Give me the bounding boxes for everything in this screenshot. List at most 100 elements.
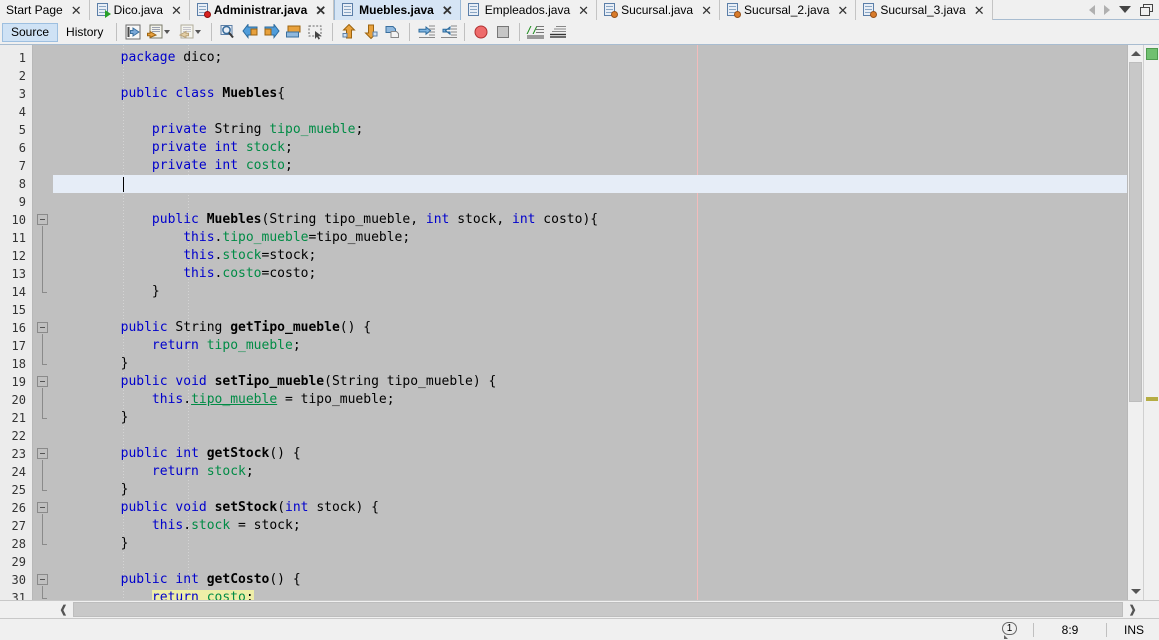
vertical-scrollbar[interactable] [1127, 45, 1143, 600]
code-token: int [214, 140, 239, 155]
editor-tab-label: Sucursal_2.java [744, 3, 830, 17]
comment-icon[interactable]: // [525, 22, 547, 43]
forward-icon[interactable] [175, 22, 197, 43]
next-bookmark-icon[interactable] [261, 22, 283, 43]
back-icon[interactable] [144, 22, 166, 43]
chevron-down-icon[interactable] [1119, 6, 1131, 13]
toggle-breakpoint-icon[interactable] [470, 22, 492, 43]
tab-history[interactable]: History [58, 23, 111, 42]
fold-toggle-icon[interactable] [37, 574, 48, 585]
close-icon[interactable]: ✕ [701, 4, 712, 17]
scroll-right-button[interactable]: ❱ [1124, 601, 1141, 618]
close-icon[interactable]: ✕ [442, 4, 453, 17]
shift-left-icon[interactable] [415, 22, 437, 43]
scroll-tabs-right-icon[interactable] [1104, 4, 1110, 15]
fold-toggle-icon[interactable] [37, 214, 48, 225]
code-line[interactable]: this.tipo_mueble=tipo_mueble; [53, 229, 1127, 247]
next-error-icon[interactable] [360, 22, 382, 43]
code-line[interactable]: this.costo=costo; [53, 265, 1127, 283]
vertical-scroll-track[interactable] [1128, 62, 1143, 583]
fold-toggle-icon[interactable] [37, 376, 48, 387]
code-line[interactable]: return stock; [53, 463, 1127, 481]
fold-toggle-icon[interactable] [37, 448, 48, 459]
code-line[interactable]: return tipo_mueble; [53, 337, 1127, 355]
editor-tab-sucursal-2-java[interactable]: Sucursal_2.java ✕ [720, 0, 857, 20]
vertical-scroll-thumb[interactable] [1129, 62, 1142, 402]
code-line[interactable]: } [53, 481, 1127, 499]
close-icon[interactable]: ✕ [171, 4, 182, 17]
previous-bookmark-icon[interactable] [239, 22, 261, 43]
code-line[interactable]: } [53, 409, 1127, 427]
java-file-icon [341, 3, 355, 17]
code-line[interactable]: this.tipo_mueble = tipo_mueble; [53, 391, 1127, 409]
code-line[interactable]: private String tipo_mueble; [53, 121, 1127, 139]
code-line[interactable]: public int getCosto() { [53, 571, 1127, 589]
toolbar-separator [464, 23, 466, 41]
find-selection-icon[interactable] [217, 22, 239, 43]
scroll-tabs-left-icon[interactable] [1089, 4, 1095, 15]
code-editor[interactable]: 1 2 3 4 5 6 7 8 9 10 11 12 13 14 15 16 17 18 19 20 21 22 23 24 2… [0, 45, 1159, 600]
maximize-window-icon[interactable] [1140, 4, 1153, 16]
editor-tab-sucursal-java[interactable]: Sucursal.java ✕ [597, 0, 721, 20]
code-line[interactable]: public Muebles(String tipo_mueble, int s… [53, 211, 1127, 229]
shift-right-icon[interactable] [437, 22, 459, 43]
code-line[interactable]: } [53, 535, 1127, 553]
scroll-down-button[interactable] [1128, 583, 1143, 600]
occurrence-marker[interactable] [1146, 397, 1158, 401]
toggle-highlight-icon[interactable] [382, 22, 404, 43]
rectangular-selection-icon[interactable] [305, 22, 327, 43]
horizontal-scrollbar[interactable]: ❰ ❱ [55, 601, 1159, 618]
previous-error-icon[interactable] [338, 22, 360, 43]
editor-tab-administrar-java[interactable]: Administrar.java ✕ [189, 0, 335, 20]
editor-tab-sucursal-3-java[interactable]: Sucursal_3.java ✕ [856, 0, 993, 20]
close-icon[interactable]: ✕ [315, 4, 326, 17]
notification-badge[interactable]: 1 [1001, 621, 1019, 639]
editor-tab-dico-java[interactable]: Dico.java ✕ [89, 0, 190, 20]
code-line[interactable]: public void setStock(int stock) { [53, 499, 1127, 517]
tab-source[interactable]: Source [2, 22, 59, 42]
toggle-bookmark-icon[interactable] [283, 22, 305, 43]
line-number: 10 [11, 213, 26, 227]
uncomment-icon[interactable] [547, 22, 569, 43]
code-text-area[interactable]: package dico; public class Muebles{ priv… [53, 45, 1127, 600]
close-icon[interactable]: ✕ [71, 4, 82, 17]
code-line[interactable]: public int getStock() { [53, 445, 1127, 463]
editor-tab-start-page[interactable]: Start Page ✕ [0, 0, 90, 20]
code-line[interactable]: return costo; [53, 589, 1127, 600]
close-icon[interactable]: ✕ [837, 4, 848, 17]
code-line[interactable] [53, 427, 1127, 445]
code-line[interactable]: public class Muebles{ [53, 85, 1127, 103]
fold-toggle-icon[interactable] [37, 502, 48, 513]
code-line[interactable]: private int stock; [53, 139, 1127, 157]
java-coffee-icon [603, 3, 619, 18]
code-line[interactable] [53, 175, 1127, 193]
code-line[interactable] [53, 193, 1127, 211]
horizontal-scroll-thumb[interactable] [73, 602, 1123, 617]
code-line[interactable]: public void setTipo_mueble(String tipo_m… [53, 373, 1127, 391]
scroll-up-button[interactable] [1128, 45, 1143, 62]
code-line[interactable]: } [53, 355, 1127, 373]
code-line[interactable]: public String getTipo_mueble() { [53, 319, 1127, 337]
code-fold-gutter[interactable] [33, 45, 53, 600]
close-icon[interactable]: ✕ [578, 4, 589, 17]
code-line[interactable] [53, 103, 1127, 121]
code-line[interactable]: this.stock = stock; [53, 517, 1127, 535]
code-line[interactable]: package dico; [53, 49, 1127, 67]
fold-toggle-icon[interactable] [37, 322, 48, 333]
code-line[interactable]: this.stock=stock; [53, 247, 1127, 265]
code-line[interactable]: } [53, 283, 1127, 301]
error-annotation-strip[interactable] [1143, 45, 1159, 600]
line-number: 7 [18, 159, 26, 173]
code-line[interactable] [53, 67, 1127, 85]
code-line[interactable]: private int costo; [53, 157, 1127, 175]
code-line[interactable] [53, 553, 1127, 571]
scroll-left-button[interactable]: ❰ [55, 601, 72, 618]
editor-tab-empleados-java[interactable]: Empleados.java ✕ [460, 0, 598, 20]
close-icon[interactable]: ✕ [974, 4, 985, 17]
stop-icon[interactable] [492, 22, 514, 43]
last-edit-icon[interactable] [122, 22, 144, 43]
code-line[interactable] [53, 301, 1127, 319]
editor-tab-muebles-java[interactable]: Muebles.java ✕ [334, 0, 461, 20]
